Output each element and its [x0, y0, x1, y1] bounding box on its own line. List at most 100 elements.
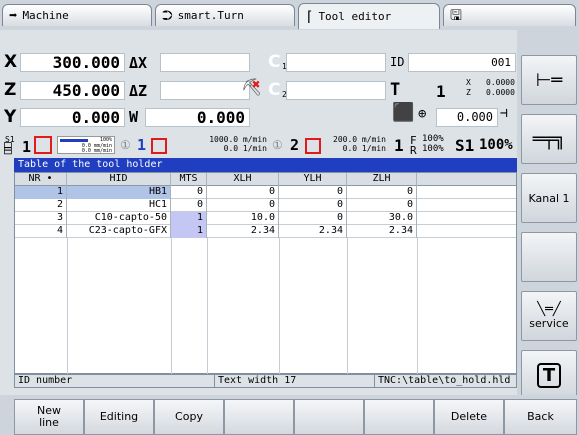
copy-button[interactable]: Copy [154, 399, 224, 435]
cell-zlh: 0 [347, 186, 417, 199]
x-axis-label: X [4, 52, 18, 72]
col-xlh[interactable]: XLH [207, 173, 279, 186]
spindle-button[interactable]: ═╤╗ [521, 114, 577, 164]
tool-holder-table: NR • HID MTS XLH YLH ZLH 1 HB1 0 0 0 0 2… [14, 172, 517, 374]
spindle-icon: ⌸ [4, 142, 12, 157]
status-field: ID number [15, 375, 215, 387]
cell-mts: 1 [171, 225, 207, 238]
wrench-icon: ╲═╱ [537, 302, 561, 317]
tab-label: Machine [22, 8, 69, 22]
kanal-1-button[interactable]: Kanal 1 [521, 173, 577, 223]
table-row[interactable]: 3 C10-capto-50 1 10.0 0 30.0 [15, 212, 516, 225]
cell-zlh: 2.34 [347, 225, 417, 238]
cell-ylh: 0 [279, 186, 347, 199]
delta-x-field [160, 53, 250, 72]
tx-label: X [466, 78, 471, 87]
spindle-stop-icon [34, 136, 52, 154]
tz-label: Z [466, 88, 471, 97]
s1-override-label: S1 [455, 136, 475, 155]
cell-hid: C23-capto-GFX [67, 225, 171, 238]
delta-z-label: ΔZ [129, 82, 148, 100]
id-field[interactable]: 001 [408, 53, 516, 72]
cell-nr: 4 [15, 225, 67, 238]
softkey-5[interactable] [294, 399, 364, 435]
back-button[interactable]: Back [504, 399, 577, 435]
tab-tool-editor[interactable]: ⌈ Tool editor [298, 3, 440, 29]
c2-field [286, 81, 386, 100]
cell-xlh: 0 [207, 186, 279, 199]
col-hid[interactable]: HID [67, 173, 171, 186]
spindle-number: 1 [22, 138, 32, 156]
rapid-icon-2: ① [272, 138, 283, 152]
arrow-right-icon: ➡ [9, 7, 18, 24]
softkey-6[interactable] [364, 399, 434, 435]
cell-xlh: 2.34 [207, 225, 279, 238]
col-zlh[interactable]: ZLH [347, 173, 417, 186]
r-label: R [410, 144, 417, 157]
cell-hid: C10-capto-50 [67, 212, 171, 225]
crosshair-icon: ⊕ [418, 106, 427, 122]
c1-field [286, 53, 386, 72]
tool-offset-field: 0.000 [436, 108, 498, 127]
rapid-icon: ① [120, 138, 131, 152]
w-axis-label: W [129, 108, 139, 126]
toggle-t-button[interactable]: T [521, 350, 577, 400]
delta-x-label: ΔX [129, 54, 148, 72]
tab-label: smart.Turn [177, 8, 244, 22]
new-line-button[interactable]: New line [14, 399, 84, 435]
table-row[interactable]: 2 HC1 0 0 0 0 [15, 199, 516, 212]
col-nr[interactable]: NR • [15, 173, 67, 186]
tab-file[interactable]: 🖫 [443, 4, 576, 26]
delete-button[interactable]: Delete [434, 399, 504, 435]
empty-side-button[interactable] [521, 232, 577, 282]
editing-button[interactable]: Editing [84, 399, 154, 435]
toolholder-icon: ⊢═ [535, 69, 563, 91]
cell-ylh: 0 [279, 212, 347, 225]
cell-hid: HC1 [67, 199, 171, 212]
cell-hid: HB1 [67, 186, 171, 199]
cell-nr: 3 [15, 212, 67, 225]
toolholder-button[interactable]: ⊢═ [521, 55, 577, 105]
table-row[interactable]: 4 C23-capto-GFX 1 2.34 2.34 2.34 [15, 225, 516, 238]
tab-machine[interactable]: ➡ Machine [2, 4, 152, 26]
t-value: 1 [436, 82, 446, 101]
col-ylh[interactable]: YLH [279, 173, 347, 186]
status-text-width: Text width 17 [215, 375, 375, 387]
smart-turn-icon: ⮊ [162, 7, 173, 24]
offset-icon: ⊣ [500, 106, 508, 121]
y-axis-value: 0.000 [20, 108, 125, 127]
cell-zlh: 30.0 [347, 212, 417, 225]
cell-ylh: 0 [279, 199, 347, 212]
tz-value: 0.0000 [486, 88, 515, 97]
toggle-t-icon: T [536, 362, 562, 388]
channel-1: 1 [137, 136, 147, 154]
softkey-bar: New line Editing Copy Delete Back [0, 395, 579, 435]
status-bar: ID number Text width 17 TNC:\table\to_ho… [14, 374, 517, 388]
cell-nr: 2 [15, 199, 67, 212]
tab-smart-turn[interactable]: ⮊ smart.Turn [155, 4, 295, 26]
service-button[interactable]: ╲═╱ service [521, 291, 577, 341]
table-row[interactable]: 1 HB1 0 0 0 0 [15, 186, 516, 199]
cell-xlh: 10.0 [207, 212, 279, 225]
cell-xlh: 0 [207, 199, 279, 212]
t-label: T [390, 80, 401, 100]
id-label: ID [390, 55, 405, 69]
channel-2-stop-icon [305, 138, 321, 154]
spindle-icon: ═╤╗ [532, 128, 566, 150]
tab-bar: ➡ Machine ⮊ smart.Turn ⌈ Tool editor 🖫 [0, 0, 579, 30]
table-title: Table of the tool holder [14, 158, 517, 172]
cell-mts: 0 [171, 199, 207, 212]
f-percent: 100% [422, 134, 444, 144]
cell-mts: 1 [171, 212, 207, 225]
warning-x-icon: ✖ [252, 77, 261, 93]
table-header: NR • HID MTS XLH YLH ZLH [15, 173, 516, 186]
tool-orientation-icon: ⬛ [392, 102, 415, 123]
col-mts[interactable]: MTS [171, 173, 207, 186]
c2-label: C [268, 80, 281, 100]
cell-mts: 0 [171, 186, 207, 199]
disk-icon: 🖫 [450, 7, 462, 24]
channel-2: 2 [290, 136, 300, 154]
status-path: TNC:\table\to_hold.hld [378, 375, 511, 386]
softkey-4[interactable] [224, 399, 294, 435]
cell-zlh: 0 [347, 199, 417, 212]
